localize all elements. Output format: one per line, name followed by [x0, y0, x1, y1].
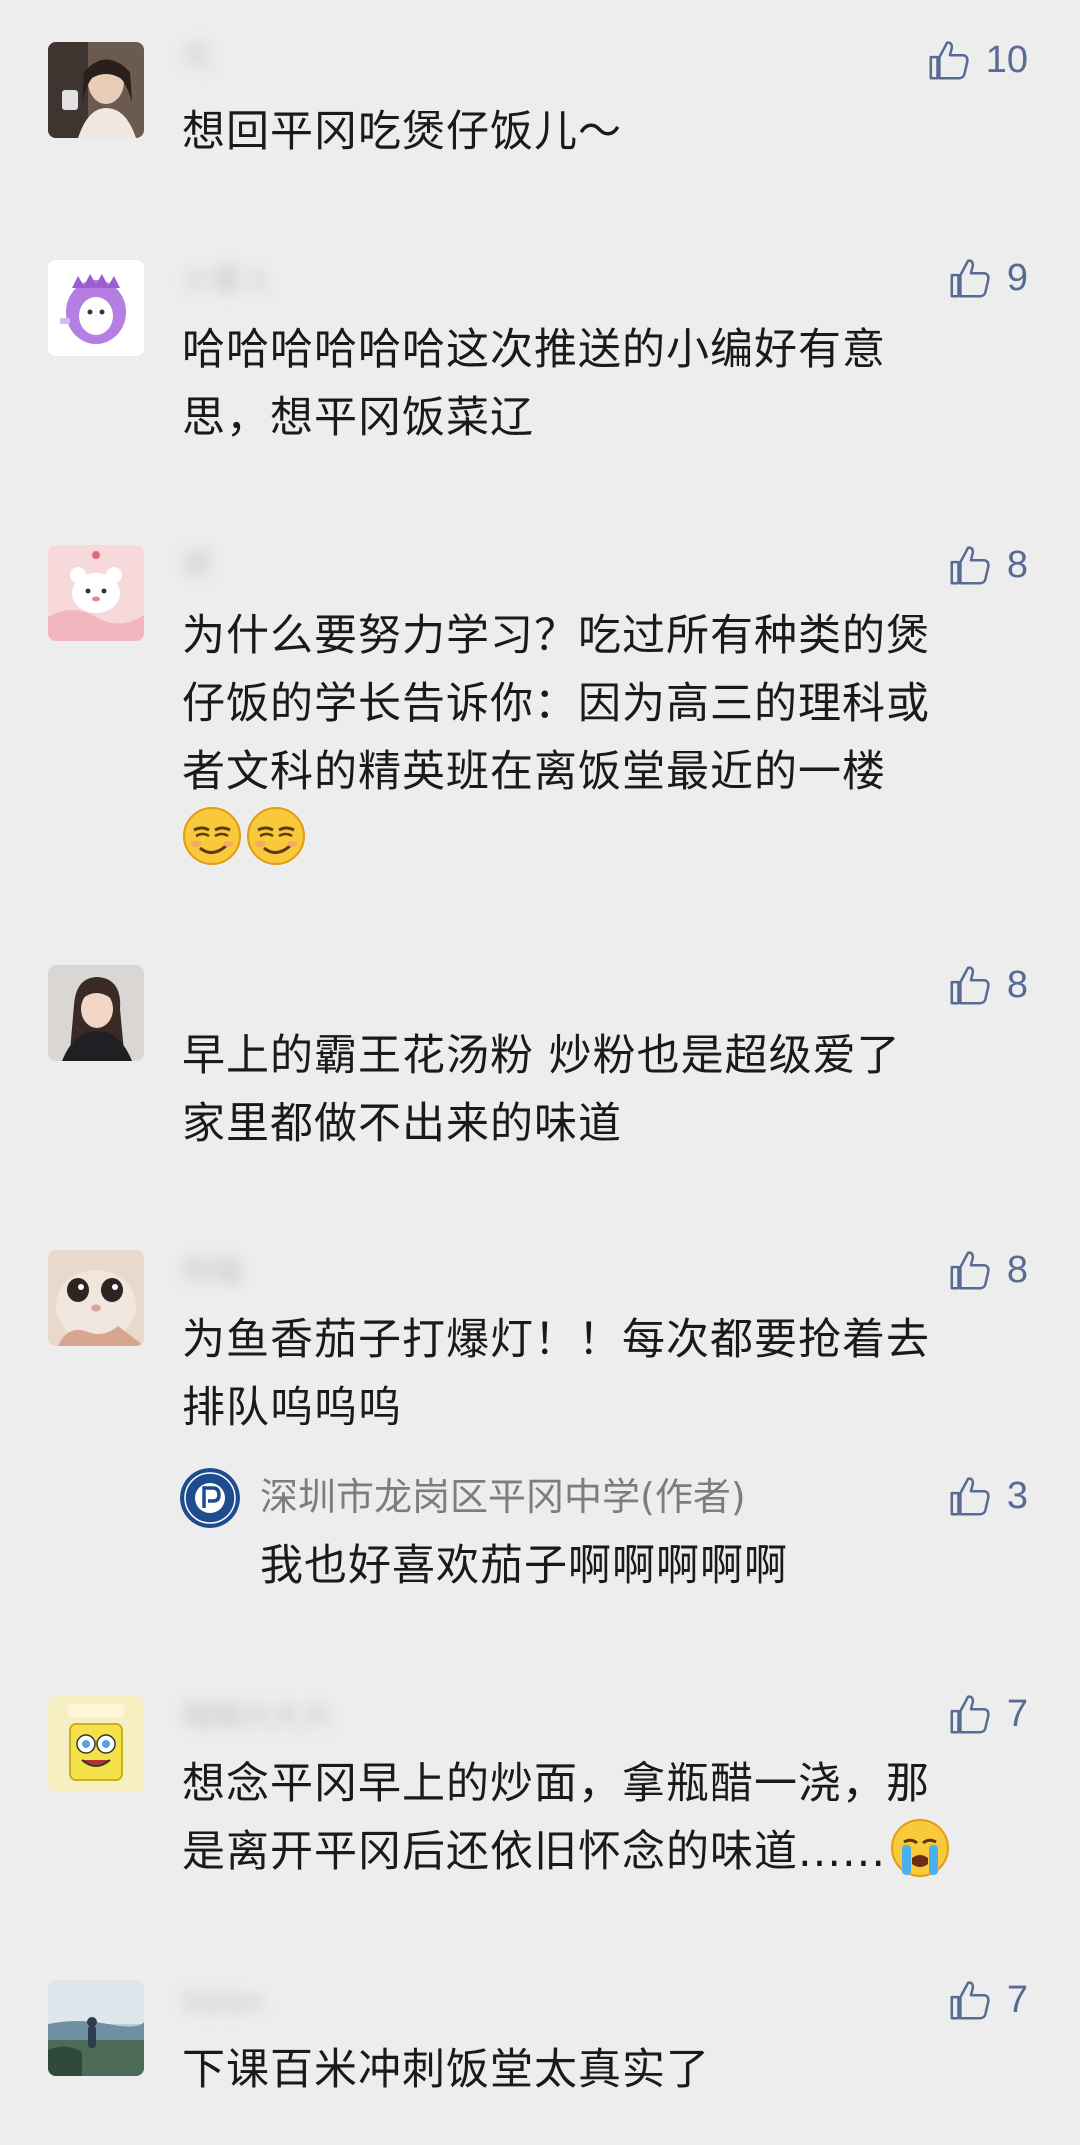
like-button[interactable]: 10 [926, 32, 1028, 88]
comment-text: 下课百米冲刺饭堂太真实了 [182, 2036, 1032, 2104]
comment-line: 下课百米冲刺饭堂太真实了 [182, 2045, 710, 2095]
comment-line: 想念平冈早上的炒面，拿瓶醋一浇，那 [182, 1759, 930, 1809]
avatar[interactable] [48, 1696, 144, 1792]
like-count: 8 [1006, 1248, 1028, 1291]
school-logo-avatar[interactable] [180, 1468, 240, 1528]
thumbs-up-icon [947, 962, 993, 1008]
comment-text: 想念平冈早上的炒面，拿瓶醋一浇，那 是离开平冈后还依旧怀念的味道...... [182, 1750, 1032, 1886]
like-count: 7 [1006, 1978, 1028, 2021]
like-count: 8 [1006, 963, 1028, 1006]
like-button[interactable]: 9 [947, 250, 1028, 306]
like-button[interactable]: 8 [947, 1242, 1028, 1298]
nickname[interactable]: 小星人 [182, 262, 272, 300]
comment-line-text: 是离开平冈后还依旧怀念的味道...... [182, 1827, 887, 1877]
comment-line [182, 806, 1032, 874]
like-count: 3 [1006, 1474, 1028, 1517]
comment-line: 是离开平冈后还依旧怀念的味道...... [182, 1818, 1032, 1886]
smirk-emoji-icon [246, 806, 306, 866]
thumbs-up-icon [947, 1977, 993, 2023]
like-count: 8 [1006, 543, 1028, 586]
comment-line: 哈哈哈哈哈哈这次推送的小编好有意 [182, 325, 886, 375]
comment-line: 思，想平冈饭菜辽 [182, 393, 534, 443]
nickname[interactable]: 光 [182, 38, 212, 76]
comment-text: 为鱼香茄子打爆灯！！每次都要抢着去 排队呜呜呜 [182, 1306, 1032, 1442]
comment-line: 为鱼香茄子打爆灯！！每次都要抢着去 [182, 1315, 930, 1365]
comment-text: 早上的霸王花汤粉 炒粉也是超级爱了 家里都做不出来的味道 [182, 1022, 1032, 1158]
comment-line: 为什么要努力学习？吃过所有种类的煲 [182, 611, 930, 661]
like-button[interactable]: 7 [947, 1972, 1028, 2028]
nickname[interactable]: listen [182, 1984, 264, 2022]
nickname[interactable]: 喵喵大大大 [182, 1698, 332, 1736]
comment-line: 仔饭的学长告诉你：因为高三的理科或 [182, 679, 930, 729]
thumbs-up-icon [947, 1473, 993, 1519]
comment-line: 排队呜呜呜 [182, 1383, 402, 1433]
like-button[interactable]: 8 [947, 537, 1028, 593]
thumbs-up-icon [926, 37, 972, 83]
thumbs-up-icon [947, 1691, 993, 1737]
avatar[interactable] [48, 965, 144, 1061]
comment-text: 为什么要努力学习？吃过所有种类的煲 仔饭的学长告诉你：因为高三的理科或 者文科的… [182, 602, 1032, 874]
comment-line: 家里都做不出来的味道 [182, 1099, 622, 1149]
thumbs-up-icon [947, 1247, 993, 1293]
like-count: 9 [1006, 256, 1028, 299]
avatar[interactable] [48, 1980, 144, 2076]
like-button[interactable]: 7 [947, 1686, 1028, 1742]
like-count: 7 [1006, 1692, 1028, 1735]
nickname[interactable]: 诺 [182, 546, 212, 584]
comment-line: 早上的霸王花汤粉 炒粉也是超级爱了 [182, 1031, 901, 1081]
thumbs-up-icon [947, 255, 993, 301]
avatar[interactable] [48, 1250, 144, 1346]
like-count: 10 [985, 38, 1028, 81]
author-name[interactable]: 深圳市龙岗区平冈中学(作者) [260, 1472, 746, 1522]
reply-text: 我也好喜欢茄子啊啊啊啊啊 [260, 1541, 788, 1591]
comment-line: 想回平冈吃煲仔饭儿～ [182, 107, 622, 157]
like-button[interactable]: 8 [947, 957, 1028, 1013]
avatar[interactable] [48, 545, 144, 641]
comment-text: 想回平冈吃煲仔饭儿～ [182, 98, 1032, 166]
smirk-emoji-icon [182, 806, 242, 866]
avatar[interactable] [48, 42, 144, 138]
comment-line: 者文科的精英班在离饭堂最近的一楼 [182, 747, 886, 797]
crying-emoji-icon [890, 1818, 950, 1878]
reply-like-button[interactable]: 3 [947, 1468, 1028, 1524]
nickname[interactable]: 阿喵 [182, 1254, 242, 1292]
comment-text: 哈哈哈哈哈哈这次推送的小编好有意 思，想平冈饭菜辽 [182, 316, 1032, 452]
avatar[interactable] [48, 260, 144, 356]
thumbs-up-icon [947, 542, 993, 588]
